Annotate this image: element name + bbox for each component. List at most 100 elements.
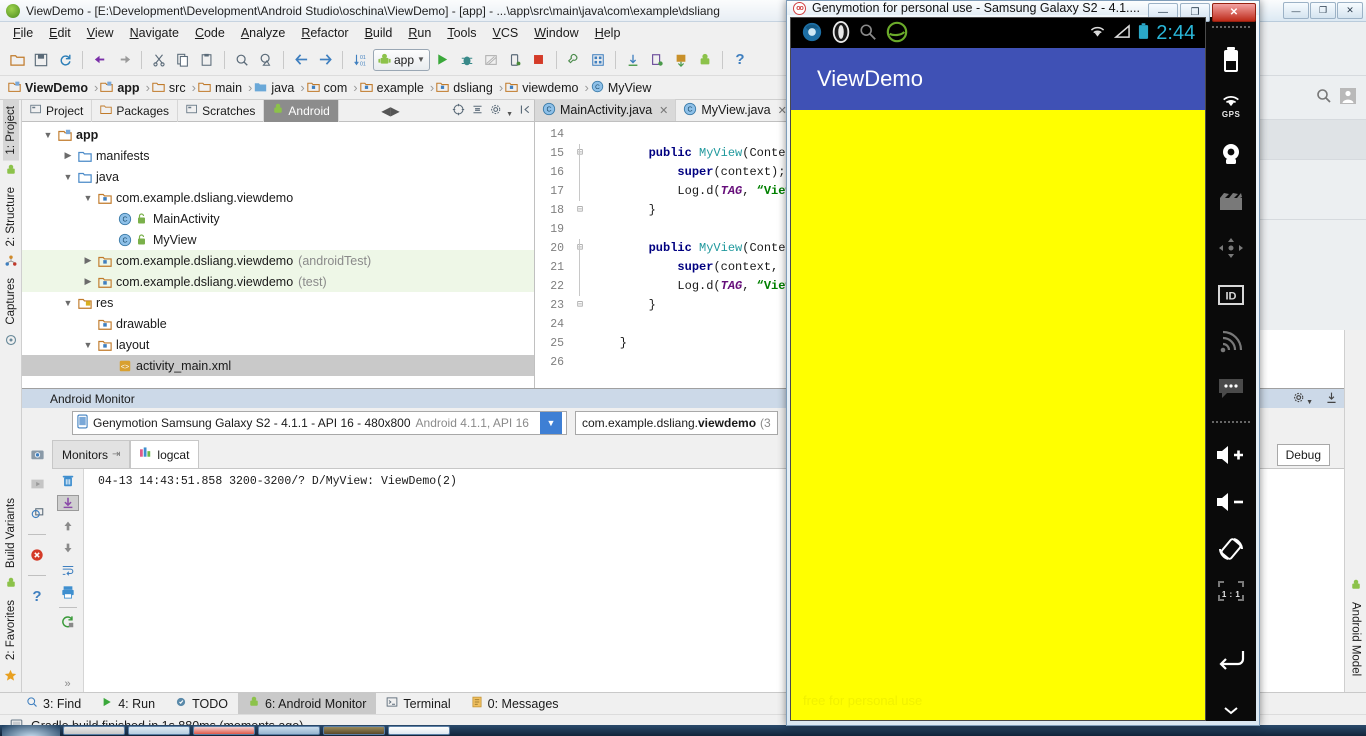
open-project-icon[interactable] — [6, 49, 28, 71]
taskbar-item[interactable] — [258, 726, 320, 735]
breadcrumb-item-src[interactable]: src — [150, 80, 192, 96]
taskbar-item[interactable] — [193, 726, 255, 735]
breadcrumb-item-java[interactable]: java — [252, 80, 300, 96]
tree-node-activity-main-xml[interactable]: <> activity_main.xml — [22, 355, 534, 376]
tree-node-res[interactable]: ▼ res — [22, 292, 534, 313]
menu-item-vcs[interactable]: VCS — [486, 24, 526, 42]
fold-marker[interactable]: ⊟ — [569, 201, 591, 220]
scale-icon[interactable]: 1 : 1 — [1216, 572, 1246, 619]
sidebar-item-build-variants[interactable]: Build Variants — [3, 492, 19, 574]
menu-item-view[interactable]: View — [80, 24, 121, 42]
fold-marker[interactable] — [569, 353, 591, 372]
taskbar-item[interactable] — [323, 726, 385, 735]
sidebar-item-captures[interactable]: Captures — [3, 272, 19, 331]
print-icon[interactable] — [57, 585, 79, 600]
undo-icon[interactable] — [89, 49, 111, 71]
breadcrumb-item-myview[interactable]: C MyView — [589, 80, 658, 96]
close-icon[interactable]: ✕ — [659, 104, 668, 117]
target-icon[interactable] — [452, 103, 465, 119]
editor-tab-mainactivity-java[interactable]: C MainActivity.java ✕ — [535, 99, 677, 121]
battery-icon[interactable] — [1222, 36, 1240, 83]
tree-node-com-example-dsliang-viewdemo[interactable]: ▶ com.example.dsliang.viewdemo (androidTes… — [22, 250, 534, 271]
save-all-icon[interactable] — [30, 49, 52, 71]
menu-item-window[interactable]: Window — [527, 24, 585, 42]
tree-node-myview[interactable]: C MyView — [22, 229, 534, 250]
tree-twisty[interactable]: ▼ — [60, 298, 76, 308]
breadcrumb-item-dsliang[interactable]: dsliang — [434, 80, 499, 96]
tab-logcat[interactable]: logcat — [130, 440, 200, 468]
collapse-all-icon[interactable] — [471, 103, 484, 119]
tool-window-terminal[interactable]: Terminal — [376, 693, 460, 715]
menu-item-refactor[interactable]: Refactor — [294, 24, 355, 42]
screen-record-icon[interactable] — [27, 474, 47, 494]
breadcrumb-item-com[interactable]: com — [305, 80, 354, 96]
help-icon[interactable]: ? — [729, 49, 751, 71]
tree-twisty[interactable]: ▶ — [60, 150, 76, 161]
help-icon[interactable]: ? — [27, 586, 47, 606]
breadcrumb-item-viewdemo[interactable]: viewdemo — [503, 80, 584, 96]
layout-inspector-icon[interactable] — [27, 504, 47, 524]
forward-nav-icon[interactable] — [314, 49, 336, 71]
android-icon[interactable] — [694, 49, 716, 71]
restart-icon[interactable] — [57, 615, 79, 630]
menu-item-code[interactable]: Code — [188, 24, 232, 42]
find-icon[interactable] — [231, 49, 253, 71]
menu-item-file[interactable]: File — [6, 24, 40, 42]
screenshot-icon[interactable] — [27, 444, 47, 464]
start-button[interactable] — [2, 725, 60, 736]
bg-maximize-button[interactable]: ❐ — [1310, 2, 1336, 19]
tree-node-com-example-dsliang-viewdemo[interactable]: ▼ com.example.dsliang.viewdemo — [22, 187, 534, 208]
breadcrumb-item-example[interactable]: example — [358, 80, 430, 96]
taskbar-item[interactable] — [63, 726, 125, 735]
breadcrumb-item-app[interactable]: app — [98, 80, 145, 96]
user-icon[interactable] — [1340, 88, 1356, 107]
device-screen[interactable]: 2:44 ViewDemo free for personal use — [790, 17, 1207, 721]
tool-window-3-find[interactable]: 3: Find — [16, 693, 91, 715]
hide-panel-icon[interactable] — [1325, 391, 1338, 407]
redo-icon[interactable] — [113, 49, 135, 71]
debug-button-icon[interactable] — [456, 49, 478, 71]
chevron-down-icon[interactable]: ▼ — [539, 412, 562, 434]
taskbar-item[interactable] — [128, 726, 190, 735]
soft-wrap-icon[interactable] — [57, 563, 79, 578]
tree-twisty[interactable]: ▼ — [80, 193, 96, 203]
breadcrumb-item-viewdemo[interactable]: ViewDemo — [6, 80, 94, 96]
tab-monitors[interactable]: Monitors ⇥ — [52, 440, 131, 468]
sync-icon[interactable] — [54, 49, 76, 71]
log-level-selector[interactable]: Debug — [1276, 444, 1330, 466]
tree-node-java[interactable]: ▼ java — [22, 166, 534, 187]
camera-icon[interactable] — [1218, 130, 1244, 177]
genymotion-close-button[interactable]: ✕ — [1212, 3, 1256, 22]
fold-marker[interactable] — [569, 182, 591, 201]
navigate-icon[interactable]: ◀▶ — [381, 104, 399, 118]
bg-minimize-button[interactable]: — — [1283, 2, 1309, 19]
bg-close-button[interactable]: ✕ — [1337, 2, 1363, 19]
scroll-to-end-icon[interactable] — [56, 495, 79, 512]
tree-node-drawable[interactable]: drawable — [22, 313, 534, 334]
volume-up-icon[interactable] — [1215, 431, 1247, 478]
sidebar-item-structure[interactable]: 2: Structure — [3, 181, 19, 252]
sdk-manager-icon[interactable] — [563, 49, 585, 71]
editor-tab-myview-java[interactable]: C MyView.java ✕ — [676, 99, 795, 121]
coverage-icon[interactable] — [480, 49, 502, 71]
run-button-icon[interactable] — [432, 49, 454, 71]
tree-node-mainactivity[interactable]: C MainActivity — [22, 208, 534, 229]
fold-marker[interactable] — [569, 315, 591, 334]
menu-item-help[interactable]: Help — [588, 24, 628, 42]
down-arrow-icon[interactable] — [57, 540, 79, 555]
volume-down-icon[interactable] — [1215, 478, 1247, 525]
more-icon[interactable] — [1222, 699, 1240, 721]
menu-item-tools[interactable]: Tools — [440, 24, 483, 42]
fold-marker[interactable] — [569, 334, 591, 353]
process-selector[interactable]: com.example.dsliang.viewdemo (3 — [574, 411, 778, 435]
taskbar-item[interactable] — [388, 726, 450, 735]
sms-icon[interactable] — [1218, 365, 1244, 412]
back-nav-icon[interactable] — [290, 49, 312, 71]
tool-window-todo[interactable]: TODO — [165, 693, 238, 715]
clear-logcat-icon[interactable] — [57, 473, 79, 488]
custom-view-canvas[interactable] — [791, 110, 1206, 720]
tree-node-layout[interactable]: ▼ layout — [22, 334, 534, 355]
avd-manager-icon[interactable] — [587, 49, 609, 71]
paste-icon[interactable] — [196, 49, 218, 71]
hide-panel-icon[interactable] — [519, 103, 532, 119]
